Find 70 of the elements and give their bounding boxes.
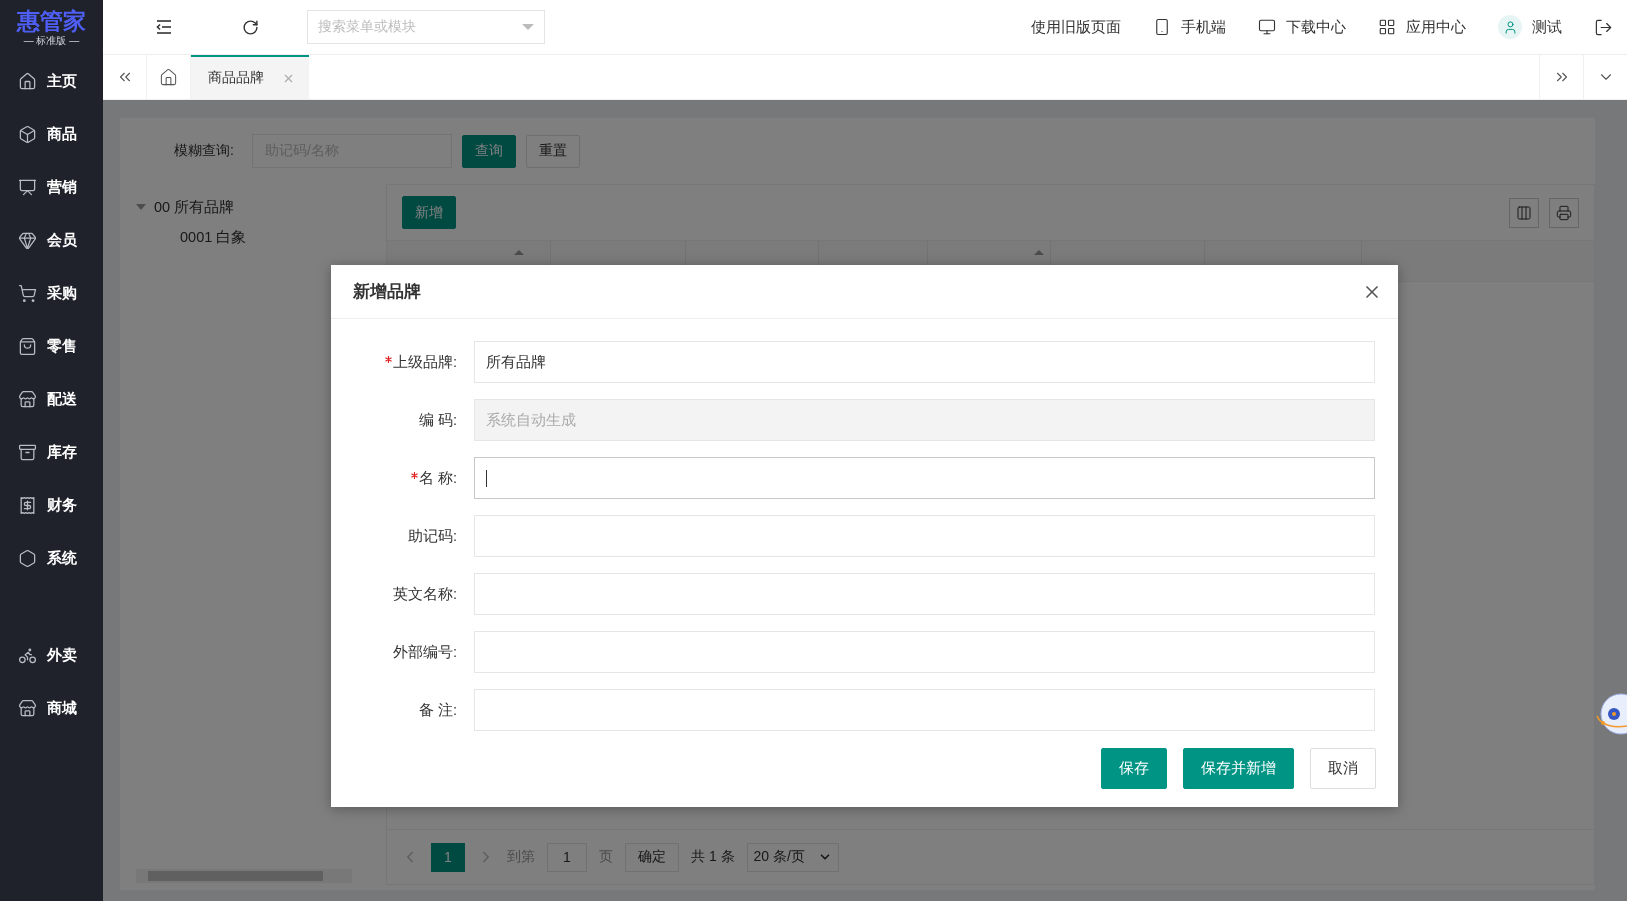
- dialog-title: 新增品牌: [353, 281, 421, 303]
- logo: 惠管家: [17, 8, 86, 34]
- sidebar-item[interactable]: 商品: [0, 108, 103, 161]
- field-label: 助记码:: [407, 526, 457, 546]
- tree-item[interactable]: 00 所有品牌: [154, 197, 235, 217]
- store-icon: [18, 390, 37, 409]
- field-label: 外部编号:: [392, 642, 457, 662]
- phone-icon: [1153, 18, 1171, 36]
- monitor-icon: [1258, 18, 1276, 36]
- edition-label: — 标准版 —: [23, 34, 80, 47]
- sort-icon[interactable]: [513, 249, 524, 255]
- input-field[interactable]: [474, 515, 1375, 557]
- sidebar-item[interactable]: 商城: [0, 682, 103, 735]
- sidebar-item[interactable]: 系统: [0, 532, 103, 585]
- field-label: 名 称:: [418, 468, 457, 488]
- tree-item[interactable]: 0001 白象: [180, 227, 247, 247]
- archive-icon: [18, 443, 37, 462]
- sidebar-item[interactable]: 营销: [0, 161, 103, 214]
- header-link[interactable]: 下载中心: [1258, 17, 1346, 37]
- home-icon[interactable]: [159, 67, 178, 87]
- bag-icon: [18, 337, 37, 356]
- menu-fold-icon[interactable]: [156, 20, 172, 34]
- store-icon: [18, 699, 37, 718]
- hexagon-icon: [18, 549, 37, 568]
- header-link[interactable]: 手机端: [1153, 17, 1226, 37]
- refresh-icon[interactable]: [241, 18, 259, 36]
- sidebar-item[interactable]: 库存: [0, 426, 103, 479]
- logout-icon[interactable]: [1594, 17, 1613, 37]
- field-label: 上级品牌:: [392, 352, 457, 372]
- sidebar-item[interactable]: 采购: [0, 267, 103, 320]
- expand-caret-icon[interactable]: [136, 204, 146, 210]
- sidebar-item[interactable]: 财务: [0, 479, 103, 532]
- cancel-button[interactable]: 取消: [1310, 748, 1376, 789]
- sidebar-item[interactable]: 配送: [0, 373, 103, 426]
- field-label: 编 码:: [418, 410, 457, 430]
- print-icon[interactable]: [1549, 197, 1579, 228]
- header-link[interactable]: 应用中心: [1378, 17, 1466, 37]
- avatar-icon: [1498, 15, 1522, 39]
- sidebar-item[interactable]: 外卖: [0, 629, 103, 682]
- save-button[interactable]: 保存并新增: [1183, 748, 1294, 789]
- box-icon: [18, 125, 37, 144]
- field-label: 英文名称:: [392, 584, 457, 604]
- page-tab[interactable]: 商品品牌: [191, 55, 309, 99]
- columns-icon[interactable]: [1509, 197, 1539, 228]
- dropdown-caret-icon: [522, 24, 534, 30]
- total-count: 共 1 条: [691, 848, 735, 866]
- field-label: 备 注:: [418, 700, 457, 720]
- sidebar-item[interactable]: 会员: [0, 214, 103, 267]
- gem-icon: [18, 231, 37, 250]
- sort-icon[interactable]: [1034, 249, 1044, 255]
- input-field[interactable]: 所有品牌: [474, 341, 1375, 383]
- page-input[interactable]: 1: [547, 842, 587, 872]
- input-field[interactable]: [474, 689, 1375, 731]
- input-field[interactable]: [474, 573, 1375, 615]
- page-size-select[interactable]: 20 条/页: [746, 842, 839, 872]
- header-link[interactable]: 使用旧版页面: [1031, 17, 1121, 37]
- scrollbar[interactable]: [136, 869, 352, 883]
- reset-button[interactable]: 重置: [525, 134, 580, 168]
- receipt-icon: [18, 496, 37, 515]
- house-icon: [18, 72, 37, 91]
- cart-icon: [18, 284, 37, 303]
- save-button[interactable]: 保存: [1101, 748, 1167, 789]
- sidebar-item[interactable]: 主页: [0, 55, 103, 108]
- sidebar-item[interactable]: 零售: [0, 320, 103, 373]
- header-link[interactable]: 测试: [1498, 15, 1562, 39]
- filter-label: 模糊查询:: [174, 142, 234, 160]
- input-field[interactable]: [474, 631, 1375, 673]
- grid-icon: [1378, 18, 1396, 36]
- confirm-button[interactable]: 确定: [625, 842, 679, 872]
- input-field[interactable]: [474, 457, 1375, 499]
